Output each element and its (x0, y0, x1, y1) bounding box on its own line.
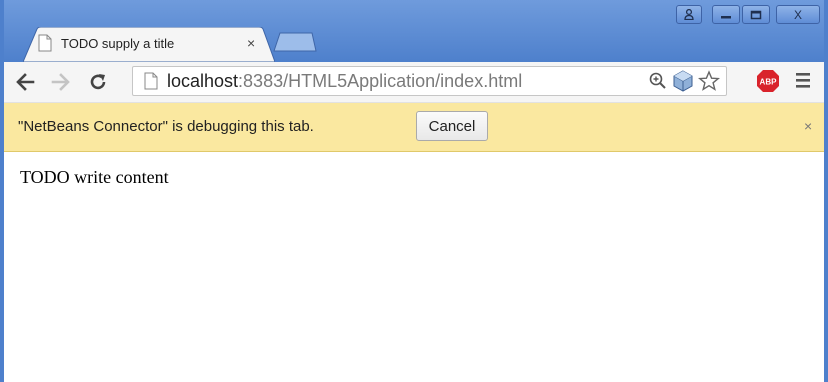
infobar-close-button[interactable]: × (804, 118, 812, 134)
user-icon (684, 9, 694, 20)
reload-button[interactable] (84, 62, 112, 102)
new-tab-button[interactable] (272, 31, 318, 53)
window-frame-right (824, 0, 828, 382)
user-profile-button[interactable] (676, 5, 702, 24)
url-text: localhost:8383/HTML5Application/index.ht… (167, 71, 522, 92)
netbeans-cube-icon[interactable] (672, 70, 694, 92)
adblock-plus-button[interactable]: ABP (756, 69, 780, 93)
close-window-label: X (793, 7, 802, 22)
tab-active[interactable]: TODO supply a title × (23, 27, 275, 62)
omnibox-icons (648, 70, 720, 92)
tab-title: TODO supply a title (61, 36, 175, 51)
page-icon (38, 34, 52, 52)
page-body-text: TODO write content (20, 167, 169, 187)
url-path: :8383/HTML5Application/index.html (238, 71, 523, 91)
page-icon (144, 72, 158, 90)
url-host: localhost (167, 71, 239, 91)
minimize-button[interactable] (712, 5, 740, 24)
abp-label: ABP (760, 78, 778, 87)
arrow-right-icon (51, 73, 70, 91)
maximize-icon (750, 10, 762, 19)
reload-icon (90, 74, 106, 90)
browser-window: X TODO supply a title × localhost:8383/H… (0, 0, 828, 382)
star-icon[interactable] (698, 70, 720, 92)
browser-toolbar: localhost:8383/HTML5Application/index.ht… (4, 62, 824, 103)
tab-close-button[interactable]: × (247, 35, 255, 51)
maximize-button[interactable] (742, 5, 770, 24)
close-window-button[interactable]: X (776, 5, 820, 24)
page-content: TODO write content (4, 152, 824, 382)
cancel-button[interactable]: Cancel (416, 111, 488, 141)
infobar-message: "NetBeans Connector" is debugging this t… (18, 118, 314, 135)
debugging-infobar: "NetBeans Connector" is debugging this t… (4, 103, 824, 152)
menu-icon[interactable] (794, 70, 812, 90)
zoom-icon[interactable] (648, 71, 668, 91)
back-button[interactable] (12, 62, 38, 102)
minimize-icon (721, 15, 731, 18)
forward-button[interactable] (48, 62, 74, 102)
arrow-left-icon (16, 73, 35, 91)
address-bar[interactable]: localhost:8383/HTML5Application/index.ht… (132, 66, 727, 96)
